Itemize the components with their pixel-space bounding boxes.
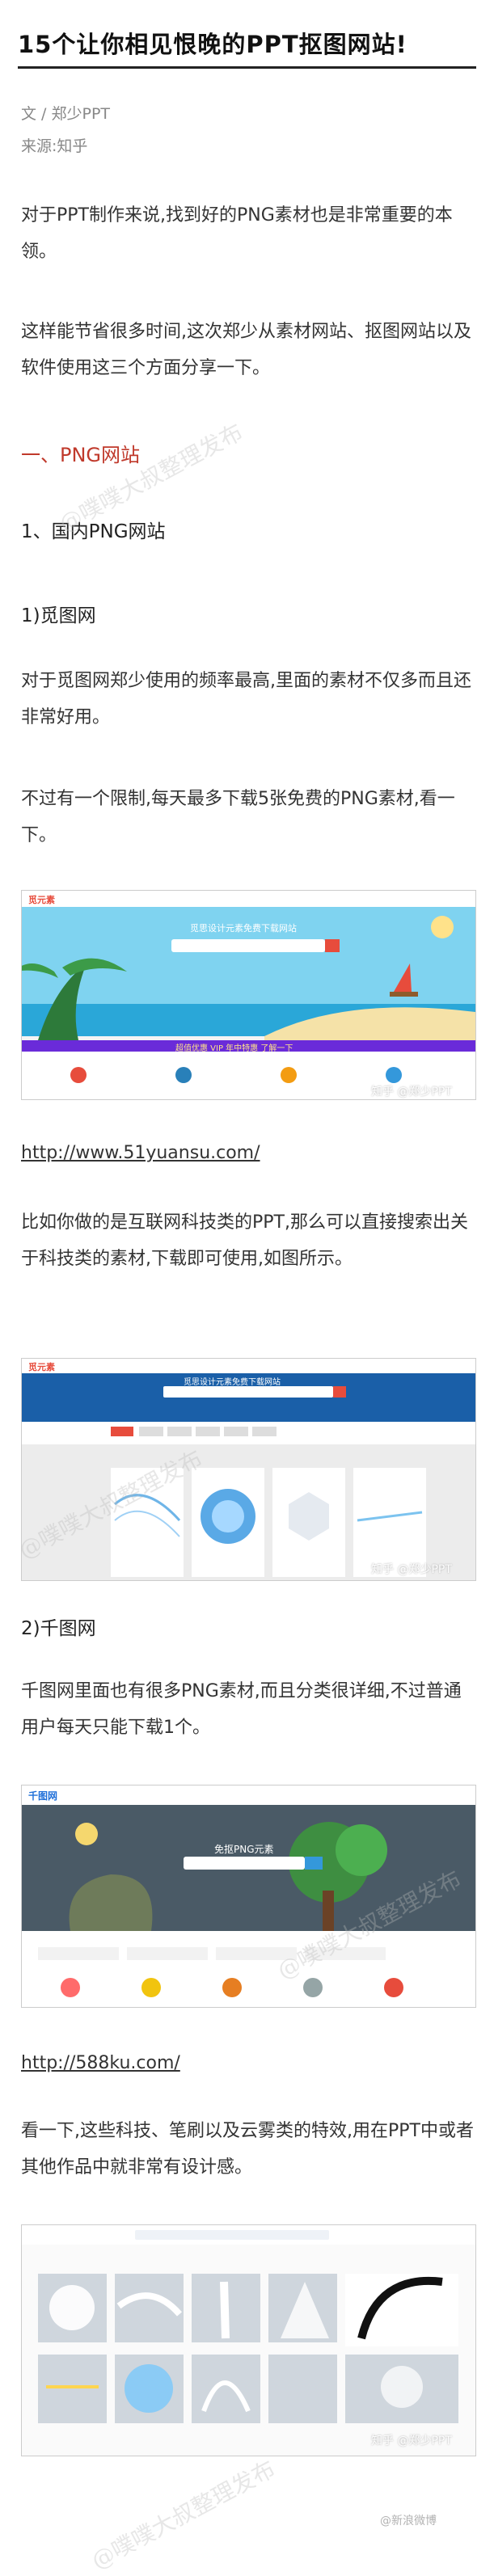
search-heading: 觅思设计元素免费下载网站 xyxy=(190,923,297,934)
paragraph-intro: 对于PPT制作来说,找到好的PNG素材也是非常重要的本领。 xyxy=(21,205,453,262)
link-588ku[interactable]: http://588ku.com/ xyxy=(21,2053,180,2073)
site-logo: 觅元素 xyxy=(28,1362,55,1372)
article-title: 15个让你相见恨晚的PPT抠图网站! xyxy=(18,31,407,58)
paragraph-mitu-usage: 对于觅图网郑少使用的频率最高,里面的素材不仅多而且还非常好用。 xyxy=(21,671,471,727)
weibo-watermark: @新浪微博 xyxy=(380,2515,437,2528)
paragraph-tech-search: 比如你做的是互联网科技类的PPT,那么可以直接搜索出关于科技类的素材,下载即可使… xyxy=(21,1212,468,1269)
watermark: 知乎 @郑少PPT xyxy=(371,2435,452,2447)
paragraph-qiantu: 千图网里面也有很多PNG素材,而且分类很详细,不过普通用户每天只能下载1个。 xyxy=(21,1681,462,1738)
watermark: 知乎 @郑少PPT xyxy=(371,1563,452,1576)
paragraph-plan: 这样能节省很多时间,这次郑少从素材网站、抠图网站以及软件使用这三个方面分享一下。 xyxy=(21,322,471,378)
mitu-tech-illustration xyxy=(22,1359,475,1577)
site-logo: 千图网 xyxy=(28,1790,58,1802)
article-page: 15个让你相见恨晚的PPT抠图网站! 文 / 郑少PPT 来源:知乎 对于PPT… xyxy=(0,0,494,2574)
vip-banner-text: 超值优惠 VIP 年中特惠 了解一下 xyxy=(175,1044,293,1053)
search-heading: 免抠PNG元素 xyxy=(214,1844,274,1855)
qiantu-effects-illustration xyxy=(22,2225,475,2423)
section-heading-png: 一、PNG网站 xyxy=(21,444,141,466)
paragraph-mitu-limit: 不过有一个限制,每天最多下载5张免费的PNG素材,看一下。 xyxy=(21,789,455,845)
search-heading: 觅思设计元素免费下载网站 xyxy=(184,1378,281,1387)
screenshot-qiantu-effects: 知乎 @郑少PPT xyxy=(21,2224,476,2456)
title-bar: 15个让你相见恨晚的PPT抠图网站! xyxy=(18,18,476,69)
screenshot-mitu-home: 觅元素 觅思设计元素免费下载网站 超值优惠 VIP 年中特惠 了解一下 知乎 @… xyxy=(21,890,476,1100)
item-heading-mitu: 1)觅图网 xyxy=(21,605,96,626)
screenshot-mitu-tech: 觅元素 觅思设计元素免费下载网站 知乎 @郑少PPT xyxy=(21,1358,476,1581)
site-logo: 觅元素 xyxy=(28,895,55,905)
author-line: 文 / 郑少PPT xyxy=(21,105,111,123)
watermark: 知乎 @郑少PPT xyxy=(371,1086,452,1098)
item-heading-qiantu: 2)千图网 xyxy=(21,1618,96,1639)
stamp-watermark: @噗噗大叔整理发布 xyxy=(87,2455,280,2575)
source-line: 来源:知乎 xyxy=(21,137,88,155)
paragraph-effects: 看一下,这些科技、笔刷以及云雾类的特效,用在PPT中或者其他作品中就非常有设计感… xyxy=(21,2121,474,2178)
link-51yuansu[interactable]: http://www.51yuansu.com/ xyxy=(21,1143,260,1163)
